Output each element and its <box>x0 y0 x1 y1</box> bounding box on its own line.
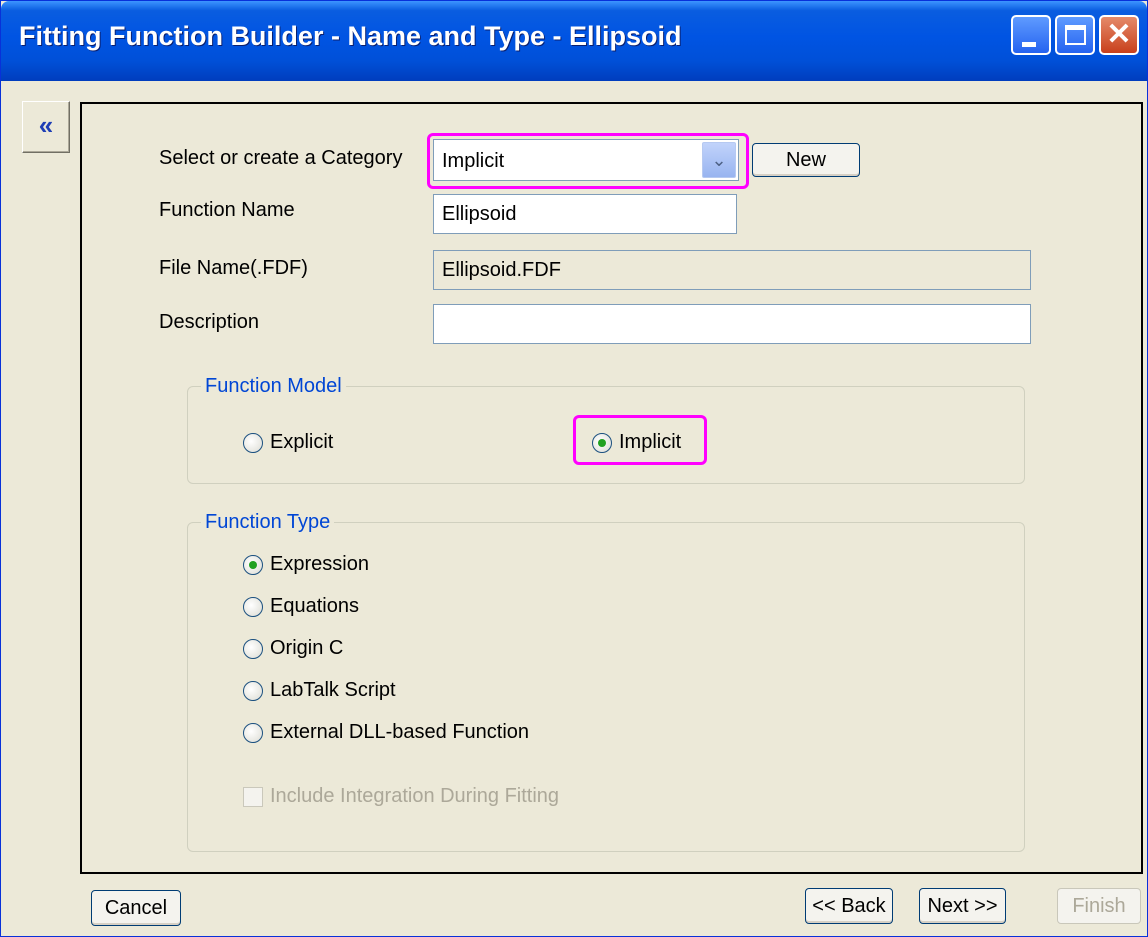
collapse-panel-button[interactable]: « <box>22 101 70 153</box>
new-category-button[interactable]: New <box>752 143 860 177</box>
maximize-icon <box>1065 25 1086 45</box>
window-title: Fitting Function Builder - Name and Type… <box>19 21 682 51</box>
title-bar[interactable]: Fitting Function Builder - Name and Type… <box>1 1 1147 81</box>
include-integration-checkbox[interactable]: Include Integration During Fitting <box>243 785 559 808</box>
function-model-title: Function Model <box>201 375 346 398</box>
close-button[interactable]: ✕ <box>1099 15 1139 55</box>
radio-circle <box>243 432 263 453</box>
radio-labtalk-script[interactable]: LabTalk Script <box>243 679 396 702</box>
category-label: Select or create a Category <box>159 147 403 169</box>
radio-circle <box>243 680 263 701</box>
description-input[interactable] <box>433 304 1031 344</box>
function-name-label: Function Name <box>159 199 295 221</box>
radio-equations-label: Equations <box>270 595 359 617</box>
double-chevron-left-icon: « <box>38 110 54 140</box>
checkbox-box <box>243 786 263 807</box>
file-name-field: Ellipsoid.FDF <box>433 250 1031 290</box>
radio-circle <box>592 432 612 453</box>
include-integration-label: Include Integration During Fitting <box>270 785 560 807</box>
radio-equations[interactable]: Equations <box>243 595 359 618</box>
radio-labtalk-script-label: LabTalk Script <box>270 679 396 701</box>
radio-explicit[interactable]: Explicit <box>243 431 333 454</box>
radio-implicit-label: Implicit <box>619 431 682 453</box>
cancel-button[interactable]: Cancel <box>91 890 181 926</box>
category-selected-value: Implicit <box>442 150 505 172</box>
chevron-down-icon[interactable]: ⌄ <box>702 142 736 178</box>
next-button[interactable]: Next >> <box>919 888 1006 924</box>
close-icon: ✕ <box>1106 18 1132 51</box>
minimize-icon <box>1022 42 1036 47</box>
radio-origin-c-label: Origin C <box>270 637 344 659</box>
dialog-window: Fitting Function Builder - Name and Type… <box>0 0 1148 937</box>
radio-circle <box>243 638 263 659</box>
back-button[interactable]: << Back <box>805 888 893 924</box>
maximize-button[interactable] <box>1055 15 1095 55</box>
file-name-label: File Name(.FDF) <box>159 257 308 279</box>
radio-external-dll-label: External DLL-based Function <box>270 721 530 743</box>
radio-implicit[interactable]: Implicit <box>592 431 681 454</box>
radio-external-dll[interactable]: External DLL-based Function <box>243 721 529 744</box>
radio-circle <box>243 596 263 617</box>
radio-circle <box>243 722 263 743</box>
category-combobox[interactable]: Implicit ⌄ <box>433 139 739 181</box>
radio-expression-label: Expression <box>270 553 369 575</box>
radio-circle <box>243 554 263 575</box>
function-type-title: Function Type <box>201 511 335 534</box>
finish-button[interactable]: Finish <box>1057 888 1141 924</box>
function-name-input[interactable]: Ellipsoid <box>433 194 737 234</box>
minimize-button[interactable] <box>1011 15 1051 55</box>
radio-explicit-label: Explicit <box>270 431 334 453</box>
radio-expression[interactable]: Expression <box>243 553 369 576</box>
radio-origin-c[interactable]: Origin C <box>243 637 343 660</box>
description-label: Description <box>159 311 260 333</box>
